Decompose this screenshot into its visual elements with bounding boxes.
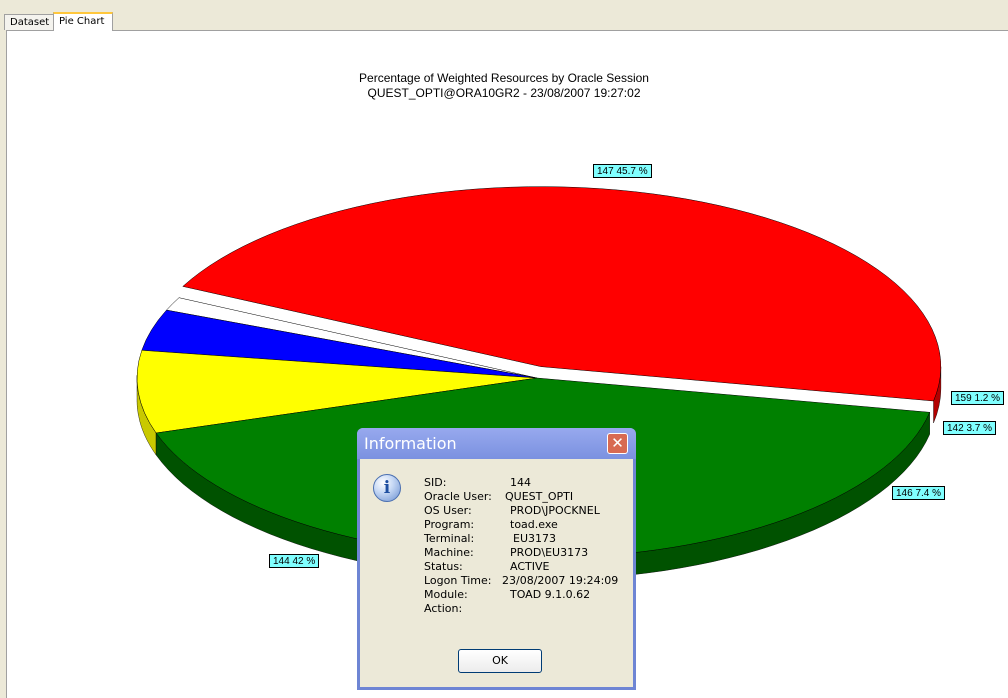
- tab-pie-chart[interactable]: Pie Chart: [53, 12, 113, 31]
- field-value: TOAD 9.1.0.62: [510, 588, 591, 601]
- field-value: QUEST_OPTI: [505, 490, 574, 503]
- slice-label-142: 142 3.7 %: [943, 421, 997, 435]
- field-key: Status:: [424, 560, 463, 573]
- field-key: Logon Time:: [424, 574, 492, 587]
- field-value: toad.exe: [510, 518, 558, 531]
- field-value: 23/08/2007 19:24:09: [502, 574, 619, 587]
- field-value: PROD\JPOCKNEL: [510, 504, 600, 517]
- field-value: 144: [510, 476, 531, 489]
- information-dialog: Information ✕ i SID: 144 Oracle User: QU…: [357, 428, 636, 690]
- field-key: Program:: [424, 518, 475, 531]
- dialog-body: i SID: 144 Oracle User: QUEST_OPTI OS Us…: [360, 459, 633, 687]
- close-button[interactable]: ✕: [607, 433, 628, 454]
- slice-label-144: 144 42 %: [269, 554, 320, 568]
- field-value: ACTIVE: [510, 560, 550, 573]
- field-key: OS User:: [424, 504, 472, 517]
- dialog-title: Information: [364, 434, 457, 453]
- field-key: SID:: [424, 476, 447, 489]
- field-key: Machine:: [424, 546, 474, 559]
- slice-label-146: 146 7.4 %: [892, 486, 946, 500]
- dialog-titlebar[interactable]: Information ✕: [357, 428, 636, 459]
- slice-label-147: 147 45.7 %: [593, 164, 652, 178]
- field-key: Action:: [424, 602, 463, 615]
- field-key: Module:: [424, 588, 468, 601]
- field-key: Terminal:: [424, 532, 475, 545]
- field-value: EU3173: [513, 532, 556, 545]
- info-icon: i: [373, 474, 401, 502]
- close-icon: ✕: [611, 434, 624, 452]
- slice-label-159: 159 1.2 %: [951, 391, 1005, 405]
- ok-button[interactable]: OK: [458, 649, 542, 673]
- field-key: Oracle User:: [424, 490, 492, 503]
- field-value: PROD\EU3173: [510, 546, 589, 559]
